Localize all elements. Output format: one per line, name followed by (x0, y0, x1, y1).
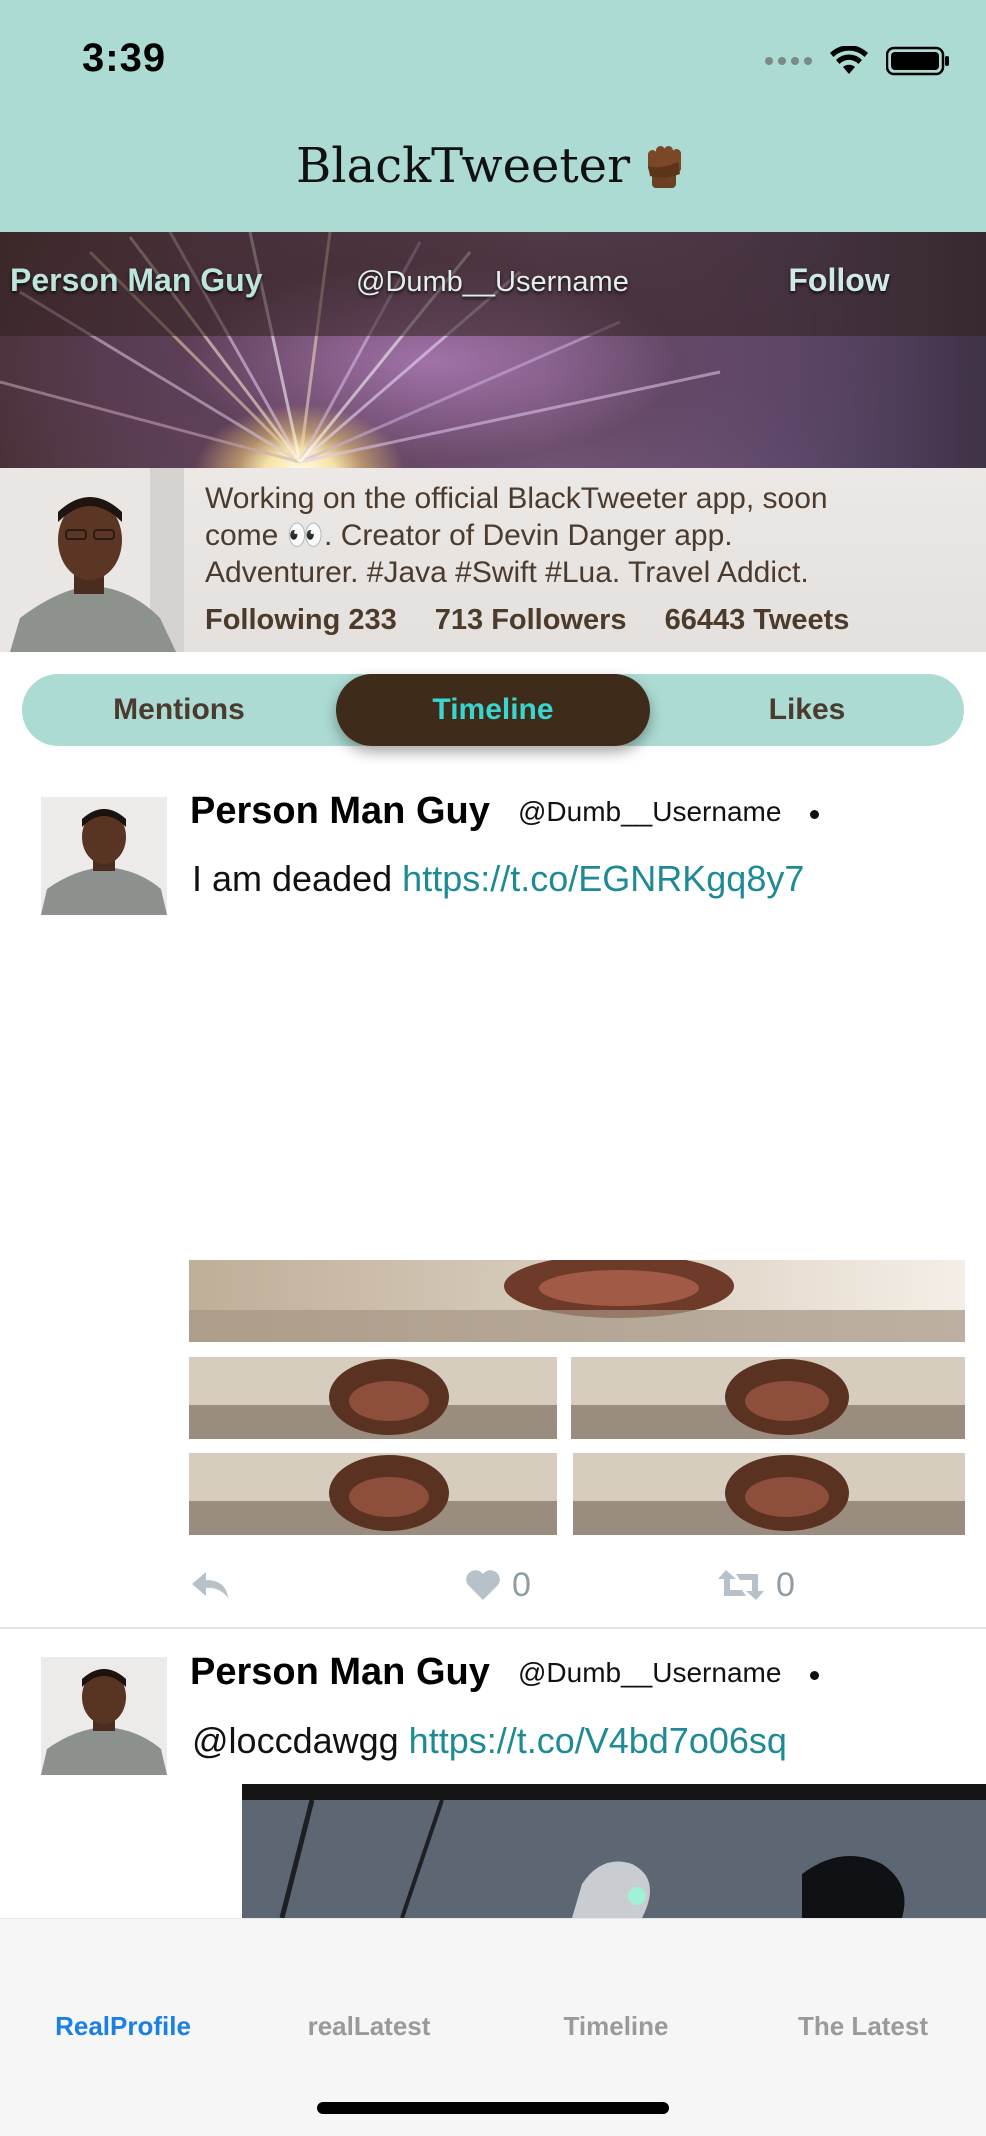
media-photo (571, 1357, 965, 1439)
tweet-avatar[interactable] (41, 1657, 167, 1775)
follow-button[interactable]: Follow (762, 262, 916, 299)
separator-dot (810, 810, 819, 819)
profile-name: Person Man Guy (10, 262, 263, 298)
followers-count[interactable]: 713 Followers (435, 604, 627, 637)
wifi-icon (830, 46, 868, 74)
tweet-author-handle: @Dumb__Username (518, 1657, 782, 1688)
tweet-author-name: Person Man Guy (190, 1651, 490, 1693)
segment-mentions[interactable]: Mentions (22, 674, 336, 746)
profile-stats: Following 233 713 Followers 66443 Tweets (205, 604, 849, 637)
tweet-divider (0, 1627, 986, 1629)
cellular-signal-icon (765, 57, 812, 65)
avatar-photo (0, 468, 184, 652)
status-icons (765, 44, 950, 78)
reply-icon (192, 1572, 228, 1598)
tweet-media-image[interactable] (573, 1453, 965, 1535)
status-time: 3:39 (82, 36, 167, 80)
like-button[interactable]: 0 (464, 1562, 531, 1608)
page-title: BlackTweeter (0, 138, 986, 194)
segment-timeline[interactable]: Timeline (336, 674, 650, 746)
tweet-media-image[interactable] (189, 1453, 557, 1535)
tweet-link[interactable]: https://t.co/EGNRKgq8y7 (402, 858, 804, 899)
tweet-avatar[interactable] (41, 797, 167, 915)
avatar-photo (41, 797, 167, 915)
tweet-mention[interactable]: @loccdawgg (192, 1720, 399, 1761)
bio-line: Adventurer. #Java #Swift #Lua. Travel Ad… (205, 556, 809, 589)
profile-segmented-control: Mentions Timeline Likes (22, 674, 964, 746)
navigation-bar: 3:39 BlackTweeter (0, 0, 986, 232)
media-photo (573, 1453, 965, 1535)
tweet-author-handle: @Dumb__Username (518, 796, 782, 827)
tab-the-latest[interactable]: The Latest (740, 2011, 986, 2042)
retweet-icon (718, 1570, 764, 1600)
tweets-count[interactable]: 66443 Tweets (665, 604, 850, 637)
following-count[interactable]: Following 233 (205, 604, 397, 637)
tab-reallatest[interactable]: realLatest (246, 2011, 492, 2042)
segment-likes[interactable]: Likes (650, 674, 964, 746)
profile-handle: @Dumb__Username (356, 266, 629, 298)
battery-icon (886, 46, 949, 76)
tweet-actions: 0 0 (186, 1562, 986, 1608)
bio-line: come 👀. Creator of Devin Danger app. (205, 519, 733, 552)
tweet-media-image[interactable] (571, 1357, 965, 1439)
raised-fist-icon (648, 146, 682, 188)
tweet-text: @loccdawgg https://t.co/V4bd7o06sq (192, 1720, 787, 1762)
reply-button[interactable] (190, 1562, 230, 1608)
tweet-link[interactable]: https://t.co/V4bd7o06sq (409, 1720, 787, 1761)
tweet-media-image[interactable] (189, 1357, 557, 1439)
media-photo (189, 1260, 965, 1342)
tweet-body: I am deaded (192, 858, 393, 899)
media-photo (189, 1453, 557, 1535)
media-photo (242, 1784, 986, 1918)
tab-realprofile[interactable]: RealProfile (0, 2011, 246, 2042)
tweet-text: I am deaded https://t.co/EGNRKgq8y7 (192, 858, 804, 900)
profile-bio: Working on the official BlackTweeter app… (205, 480, 965, 591)
home-indicator[interactable] (317, 2102, 669, 2114)
media-photo (189, 1357, 557, 1439)
profile-bio-panel: Working on the official BlackTweeter app… (0, 468, 986, 652)
like-count: 0 (512, 1565, 531, 1604)
tweet-media-video[interactable] (242, 1784, 986, 1918)
separator-dot (810, 1671, 819, 1680)
avatar[interactable] (0, 468, 184, 652)
heart-icon (466, 1570, 500, 1600)
tab-timeline[interactable]: Timeline (493, 2011, 739, 2042)
tweet-author-name: Person Man Guy (190, 790, 490, 832)
retweet-count: 0 (776, 1565, 795, 1604)
app-title-text: BlackTweeter (295, 138, 631, 194)
retweet-button[interactable]: 0 (716, 1562, 795, 1608)
bio-line: Working on the official BlackTweeter app… (205, 482, 828, 515)
avatar-photo (41, 1657, 167, 1775)
tweet-media-image[interactable] (189, 1260, 965, 1342)
